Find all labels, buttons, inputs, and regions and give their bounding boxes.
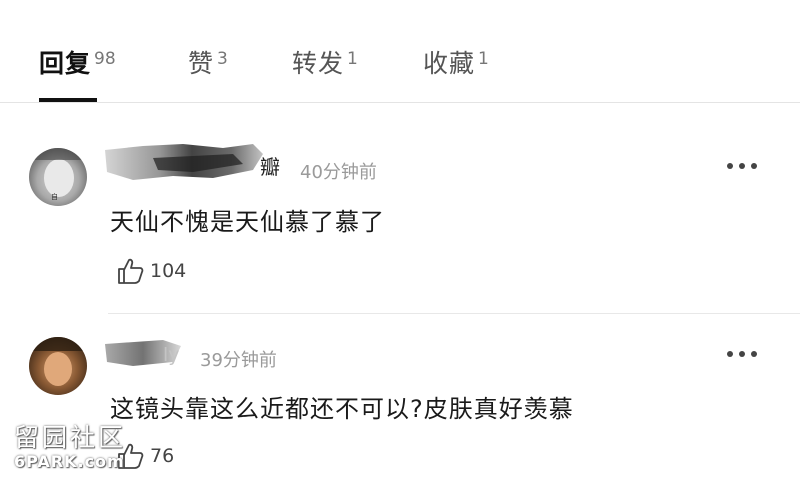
comment-text: 这镜头靠这么近都还不可以?皮肤真好羡慕	[110, 395, 574, 423]
tab-replies-count: 98	[94, 49, 116, 69]
username-visible-part: ly	[163, 344, 180, 366]
comment-text: 天仙不愧是天仙慕了慕了	[110, 208, 385, 236]
tab-likes-count: 3	[217, 49, 228, 69]
tab-favorites-label: 收藏	[423, 49, 476, 78]
tab-bar: 回复 98 赞3 转发 1 收藏 1	[0, 0, 800, 103]
username-obscured[interactable]: ly	[103, 336, 193, 366]
username-obscured[interactable]: 瓣	[103, 140, 283, 180]
avatar-caption: 自	[51, 193, 58, 201]
tab-reposts-label: 转发	[292, 49, 345, 78]
watermark-chinese: 留园社区	[14, 423, 127, 452]
more-dots-icon[interactable]	[724, 346, 760, 362]
tab-favorites-count: 1	[478, 49, 489, 69]
comment-time: 39分钟前	[200, 350, 277, 371]
avatar[interactable]	[29, 337, 87, 395]
tab-likes-label: 赞	[188, 49, 215, 78]
thumbs-up-icon	[118, 258, 144, 284]
tab-replies-label: 回复	[39, 49, 92, 78]
tab-reposts[interactable]: 转发 1	[292, 44, 358, 80]
like-count: 104	[150, 260, 187, 282]
like-button[interactable]: 104	[116, 256, 206, 286]
username-visible-part: 瓣	[260, 155, 280, 179]
like-count: 76	[150, 445, 175, 467]
more-dots-icon[interactable]	[724, 158, 760, 174]
avatar[interactable]: 自	[29, 148, 87, 206]
comment-time: 40分钟前	[300, 162, 377, 183]
tab-favorites[interactable]: 收藏 1	[423, 44, 489, 80]
watermark-english: 6PARK.com	[14, 452, 125, 471]
tabs-divider	[0, 102, 800, 103]
tab-reposts-count: 1	[347, 49, 358, 69]
tab-replies[interactable]: 回复 98	[39, 44, 116, 80]
tab-likes[interactable]: 赞3	[188, 44, 228, 80]
site-watermark: 留园社区 6PARK.com	[12, 418, 142, 478]
comment-divider	[108, 313, 800, 314]
